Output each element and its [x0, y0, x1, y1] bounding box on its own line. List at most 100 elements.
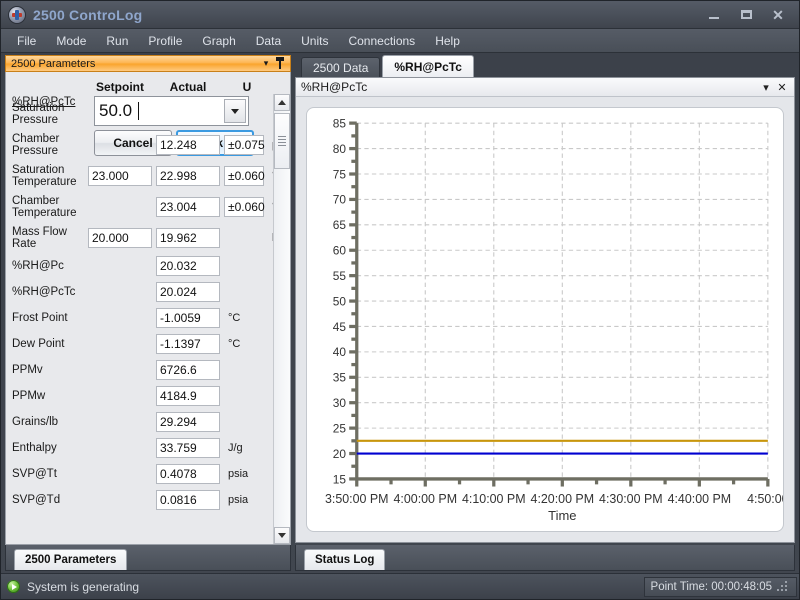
svg-text:15: 15	[333, 472, 347, 486]
svg-text:65: 65	[333, 218, 347, 232]
tab-rh-pctc[interactable]: %RH@PcTc	[382, 55, 474, 77]
table-row: Enthalpy 33.759 J/g	[6, 435, 273, 461]
chart-card: 15 20 25 30 35 40 45 50 55 60 65 70 75 80 85 3:50:00 PM…	[306, 107, 784, 532]
graph-title: %RH@PcTc	[301, 80, 368, 94]
header-setpoint: Setpoint	[96, 80, 144, 94]
table-row: Saturation Temperature 23.000 22.998 ±0.…	[6, 160, 273, 191]
combobox-dropdown-button[interactable]	[224, 99, 246, 123]
parameter-setpoint	[88, 438, 152, 458]
parameter-setpoint[interactable]: 23.000	[88, 165, 152, 186]
menu-file[interactable]: File	[7, 31, 46, 51]
svg-text:85: 85	[333, 117, 347, 131]
parameter-actual: -1.1397	[156, 334, 220, 354]
parameter-label: Dew Point	[12, 338, 65, 350]
svg-text:30: 30	[333, 396, 347, 410]
right-bottom-tabstrip: Status Log	[295, 545, 795, 571]
tab-2500-parameters[interactable]: 2500 Parameters	[14, 549, 128, 570]
table-row: %RH@Pc 20.032	[6, 253, 273, 279]
title-bar: 2500 ControLog ✕	[1, 1, 799, 29]
point-time-readout: Point Time: 00:00:48:05	[643, 576, 797, 597]
menu-connections[interactable]: Connections	[338, 31, 425, 51]
scroll-up-button[interactable]	[274, 94, 290, 111]
menu-graph[interactable]: Graph	[192, 31, 245, 51]
menu-mode[interactable]: Mode	[46, 31, 96, 51]
scroll-down-button[interactable]	[274, 527, 290, 544]
parameter-actual: 20.032	[156, 256, 220, 276]
table-row: SVP@Tt 0.4078 psia	[6, 461, 273, 487]
parameter-label: PPMw	[12, 390, 46, 402]
parameters-panel-title: 2500 Parameters	[11, 57, 96, 70]
parameter-setpoint	[88, 256, 152, 276]
table-row: Frost Point -1.0059 °C	[6, 305, 273, 331]
menu-units[interactable]: Units	[291, 31, 338, 51]
parameter-actual: 20.024	[156, 282, 220, 302]
parameter-setpoint	[88, 412, 152, 432]
table-row: Grains/lb 29.294	[6, 409, 273, 435]
menu-data[interactable]: Data	[246, 31, 291, 51]
scrollbar-track[interactable]	[274, 111, 290, 527]
parameter-tolerance: ±0.060	[224, 165, 265, 186]
chevron-down-icon[interactable]: ▾	[758, 81, 774, 94]
svg-text:4:10:00 PM: 4:10:00 PM	[462, 492, 526, 506]
parameter-setpoint	[88, 360, 152, 380]
tab-2500-data[interactable]: 2500 Data	[301, 57, 381, 77]
rh-line-chart: 15 20 25 30 35 40 45 50 55 60 65 70 75 80 85 3:50:00 PM…	[325, 117, 783, 524]
parameter-actual	[156, 104, 220, 124]
chevron-down-icon[interactable]: ▾	[259, 58, 273, 69]
scrollbar-thumb[interactable]	[274, 113, 290, 169]
parameter-unit: J/g	[228, 442, 243, 454]
parameter-setpoint	[88, 282, 152, 302]
svg-text:3:50:00 PM: 3:50:00 PM	[325, 492, 389, 506]
minimize-button[interactable]	[699, 5, 729, 25]
graph-area: 2500 Data %RH@PcTc %RH@PcTc ▾ ✕ 15 20 25 30…	[294, 53, 799, 571]
maximize-button[interactable]	[731, 5, 761, 25]
svg-text:4:50:00: 4:50:00	[747, 492, 783, 506]
parameter-setpoint	[88, 386, 152, 406]
maximize-icon	[740, 10, 752, 19]
svg-text:4:40:00 PM: 4:40:00 PM	[668, 492, 732, 506]
close-button[interactable]: ✕	[763, 5, 793, 25]
table-row: SVP@Td 0.0816 psia	[6, 487, 273, 513]
parameter-actual: 6726.6	[156, 360, 220, 380]
parameter-actual: 0.0816	[156, 490, 220, 510]
parameters-scroll-area: %RH@PcTc 50.0 Cancel Ok	[6, 94, 290, 544]
svg-text:20: 20	[333, 447, 347, 461]
parameter-unit: °C	[228, 338, 241, 350]
tab-status-log[interactable]: Status Log	[304, 549, 386, 570]
app-globe-icon	[9, 6, 25, 23]
parameter-setpoint	[88, 464, 152, 484]
resize-grip-icon[interactable]	[776, 580, 790, 594]
parameter-label: Mass Flow Rate	[12, 225, 67, 250]
minimize-icon	[709, 16, 719, 19]
table-row: Chamber Temperature 23.004 ±0.060 °C	[6, 191, 273, 222]
parameter-setpoint	[88, 197, 152, 217]
menu-run[interactable]: Run	[96, 31, 138, 51]
table-row: PPMw 4184.9	[6, 383, 273, 409]
svg-text:45: 45	[333, 320, 347, 334]
pin-icon[interactable]	[273, 56, 287, 71]
menu-bar: File Mode Run Profile Graph Data Units C…	[1, 29, 799, 53]
menu-profile[interactable]: Profile	[138, 31, 192, 51]
parameter-setpoint[interactable]: 20.000	[88, 227, 152, 248]
svg-text:4:00:00 PM: 4:00:00 PM	[394, 492, 458, 506]
parameter-actual: 4184.9	[156, 386, 220, 406]
point-time-text: Point Time: 00:00:48:05	[650, 580, 772, 593]
svg-text:4:20:00 PM: 4:20:00 PM	[531, 492, 595, 506]
parameters-scrollbar[interactable]	[273, 94, 290, 544]
parameter-tolerance: ±0.060	[224, 196, 265, 217]
table-row: Dew Point -1.1397 °C	[6, 331, 273, 357]
parameter-actual: 12.248	[156, 134, 220, 155]
parameter-label: Saturation Temperature	[12, 163, 77, 188]
close-icon[interactable]: ✕	[774, 81, 790, 94]
table-row: PPMv 6726.6	[6, 357, 273, 383]
parameter-setpoint	[88, 104, 152, 124]
parameter-label: %RH@Pc	[12, 260, 64, 272]
svg-text:60: 60	[333, 244, 347, 258]
parameter-actual: 33.759	[156, 438, 220, 458]
status-bar: System is generating Point Time: 00:00:4…	[1, 573, 799, 599]
svg-text:4:30:00 PM: 4:30:00 PM	[599, 492, 663, 506]
menu-help[interactable]: Help	[425, 31, 470, 51]
parameter-label: Frost Point	[12, 312, 68, 324]
chevron-down-icon	[231, 108, 239, 114]
parameter-setpoint	[88, 334, 152, 354]
